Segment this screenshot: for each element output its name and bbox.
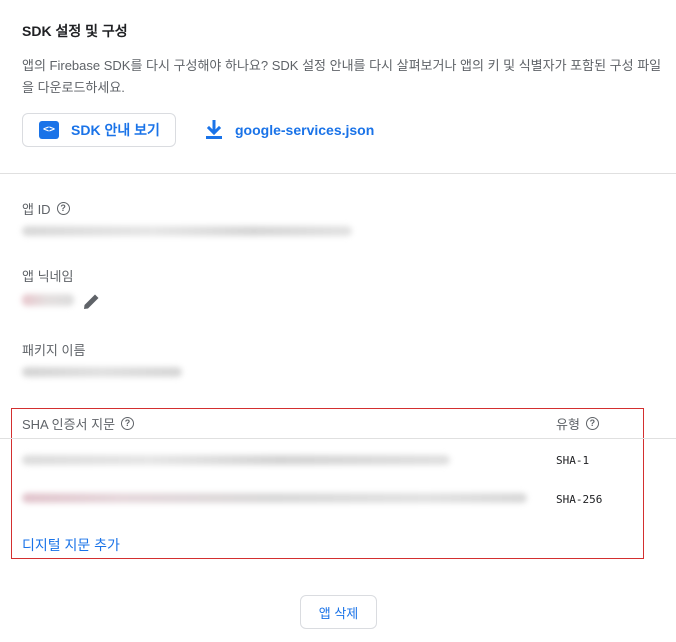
app-id-value-redacted <box>22 226 352 236</box>
section-divider <box>0 173 676 174</box>
sha1-fingerprint-redacted <box>22 455 450 465</box>
sdk-section-title: SDK 설정 및 구성 <box>22 23 128 39</box>
sha256-type: SHA-256 <box>556 493 603 506</box>
sha-type-header-row: 유형 ? <box>556 414 599 433</box>
help-icon[interactable]: ? <box>585 417 599 430</box>
sha-header-label: SHA 인증서 지문 <box>22 417 116 432</box>
sha-header-label-row: SHA 인증서 지문 ? <box>22 414 135 433</box>
sha1-type: SHA-1 <box>556 454 590 467</box>
delete-app-button[interactable]: 앱 삭제 <box>300 595 377 629</box>
app-nickname-label: 앱 닉네임 <box>22 269 74 284</box>
help-icon[interactable]: ? <box>121 417 135 430</box>
edit-pencil-icon[interactable] <box>82 292 101 311</box>
app-nickname-value-redacted <box>22 294 74 306</box>
download-config-label: google-services.json <box>235 122 375 138</box>
download-icon <box>206 120 222 139</box>
download-config-link[interactable]: google-services.json <box>205 120 374 140</box>
package-name-label: 패키지 이름 <box>22 343 86 358</box>
app-id-label-row: 앱 ID ? <box>22 199 70 218</box>
add-fingerprint-link[interactable]: 디지털 지문 추가 <box>22 535 120 555</box>
sha-header-divider <box>0 438 676 439</box>
package-name-value-redacted <box>22 367 182 377</box>
sha-type-header: 유형 <box>556 417 580 432</box>
sha256-fingerprint-redacted <box>22 493 527 503</box>
sdk-guide-button-label: SDK 안내 보기 <box>71 122 160 138</box>
sdk-guide-button[interactable]: <> SDK 안내 보기 <box>22 113 176 147</box>
help-icon[interactable]: ? <box>56 202 70 215</box>
app-id-label: 앱 ID <box>22 202 51 217</box>
sdk-section-description: 앱의 Firebase SDK를 다시 구성해야 하나요? SDK 설정 안내를… <box>22 58 662 95</box>
code-icon: <> <box>39 121 59 139</box>
